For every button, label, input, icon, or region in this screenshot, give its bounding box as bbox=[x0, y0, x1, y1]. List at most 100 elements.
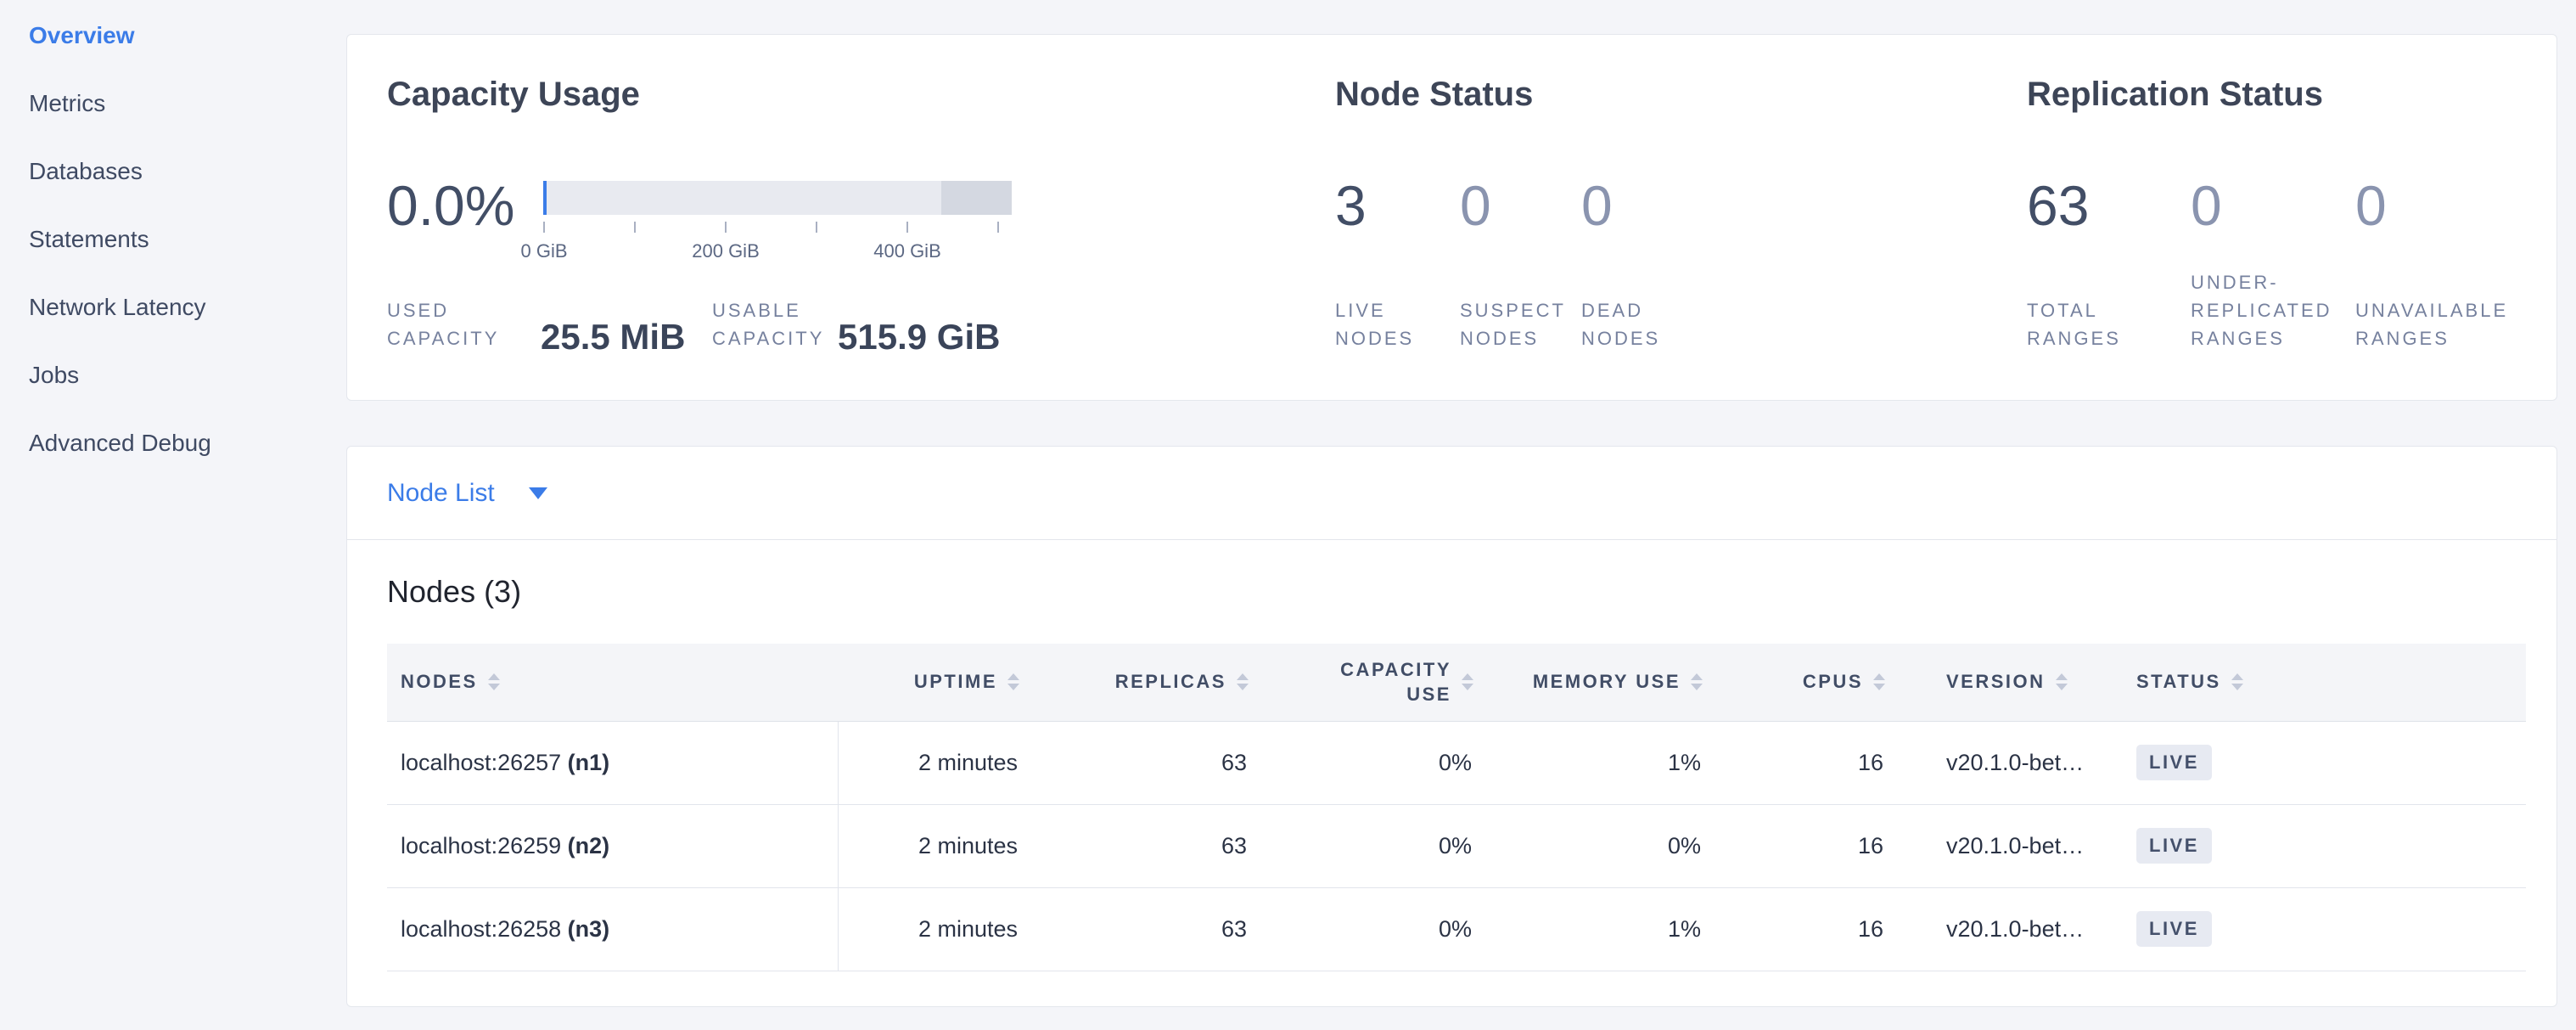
sidebar-item-label: Databases bbox=[29, 158, 143, 185]
sidebar-item-overview[interactable]: Overview bbox=[0, 2, 346, 70]
unavailable-ranges-value: 0 bbox=[2355, 177, 2387, 234]
live-nodes-stat: 3 LIVE NODES bbox=[1335, 35, 1458, 400]
column-header-label: STATUS bbox=[2136, 669, 2221, 695]
nodes-heading: Nodes (3) bbox=[387, 574, 521, 610]
capacity-usage-title: Capacity Usage bbox=[387, 76, 640, 114]
unavailable-ranges-stat: 0 UNAVAILABLE RANGES bbox=[2355, 35, 2525, 400]
uptime-cell: 2 minutes bbox=[838, 721, 1036, 804]
replicas-cell: 63 bbox=[1036, 887, 1266, 971]
capacity-use-cell: 0% bbox=[1266, 887, 1490, 971]
axis-tick bbox=[634, 222, 636, 233]
column-header-label: CPUS bbox=[1803, 669, 1863, 695]
column-header-cpus[interactable]: CPUS bbox=[1720, 644, 1902, 721]
cpus-cell: 16 bbox=[1720, 887, 1902, 971]
axis-tick-label: 0 GiB bbox=[520, 240, 567, 262]
sidebar-item-label: Metrics bbox=[29, 90, 105, 117]
replicas-cell: 63 bbox=[1036, 804, 1266, 887]
axis-tick bbox=[725, 222, 727, 233]
table-row: localhost:26257 (n1) 2 minutes 63 0% 1% … bbox=[387, 721, 2526, 804]
sidebar-item-metrics[interactable]: Metrics bbox=[0, 70, 346, 138]
node-address: localhost:26258 bbox=[401, 916, 561, 942]
cpus-cell: 16 bbox=[1720, 804, 1902, 887]
node-list-dropdown[interactable]: Node List bbox=[347, 447, 2556, 540]
capacity-used-percent: 0.0% bbox=[387, 177, 514, 234]
sidebar-item-statements[interactable]: Statements bbox=[0, 205, 346, 273]
sort-arrows-icon bbox=[1007, 673, 1019, 690]
node-address-cell[interactable]: localhost:26259 (n2) bbox=[387, 804, 838, 887]
column-header-nodes[interactable]: NODES bbox=[387, 644, 838, 721]
capacity-bar bbox=[543, 181, 1012, 215]
sidebar-item-advanced-debug[interactable]: Advanced Debug bbox=[0, 409, 346, 477]
total-ranges-stat: 63 TOTAL RANGES bbox=[2027, 35, 2188, 400]
status-badge: LIVE bbox=[2136, 911, 2212, 947]
sort-arrows-icon bbox=[1462, 673, 1473, 690]
sort-arrows-icon bbox=[1873, 673, 1885, 690]
axis-tick bbox=[906, 222, 908, 233]
axis-tick bbox=[543, 222, 545, 233]
table-header-row: NODES UPTIME REPLICAS CAPACITY USE MEMOR… bbox=[387, 644, 2526, 721]
suspect-nodes-label: SUSPECT NODES bbox=[1460, 296, 1566, 352]
node-address-cell[interactable]: localhost:26258 (n3) bbox=[387, 887, 838, 971]
sort-arrows-icon bbox=[1237, 673, 1249, 690]
sidebar-item-label: Statements bbox=[29, 226, 149, 253]
dead-nodes-label: DEAD NODES bbox=[1581, 296, 1660, 352]
sidebar-item-databases[interactable]: Databases bbox=[0, 138, 346, 205]
dead-nodes-stat: 0 DEAD NODES bbox=[1581, 35, 1709, 400]
version-cell: v20.1.0-bet… bbox=[1902, 721, 2123, 804]
under-replicated-ranges-stat: 0 UNDER- REPLICATED RANGES bbox=[2191, 35, 2352, 400]
column-header-version[interactable]: VERSION bbox=[1902, 644, 2123, 721]
status-badge: LIVE bbox=[2136, 828, 2212, 864]
column-header-uptime[interactable]: UPTIME bbox=[838, 644, 1036, 721]
status-badge: LIVE bbox=[2136, 745, 2212, 780]
axis-tick-label: 200 GiB bbox=[692, 240, 760, 262]
column-header-label: REPLICAS bbox=[1115, 669, 1226, 695]
chevron-down-icon bbox=[529, 487, 547, 499]
sort-arrows-icon bbox=[488, 673, 500, 690]
column-header-replicas[interactable]: REPLICAS bbox=[1036, 644, 1266, 721]
column-header-status[interactable]: STATUS bbox=[2123, 644, 2526, 721]
status-cell: LIVE bbox=[2123, 721, 2526, 804]
column-header-label: UPTIME bbox=[914, 669, 997, 695]
version-cell: v20.1.0-bet… bbox=[1902, 804, 2123, 887]
capacity-use-cell: 0% bbox=[1266, 721, 1490, 804]
sort-arrows-icon bbox=[1691, 673, 1703, 690]
node-list-dropdown-label: Node List bbox=[387, 479, 495, 508]
node-name: (n1) bbox=[568, 750, 610, 775]
node-name: (n3) bbox=[568, 916, 610, 942]
axis-tick bbox=[816, 222, 817, 233]
dead-nodes-value: 0 bbox=[1581, 177, 1613, 234]
memory-use-cell: 0% bbox=[1490, 804, 1720, 887]
column-header-label: CAPACITY USE bbox=[1340, 657, 1451, 707]
used-capacity-value: 25.5 MiB bbox=[541, 317, 685, 357]
column-header-label: NODES bbox=[401, 669, 478, 695]
cluster-summary-card: Capacity Usage 0.0% 0 GiB 200 GiB 400 Gi… bbox=[346, 34, 2557, 401]
usable-capacity-value: 515.9 GiB bbox=[838, 317, 1000, 357]
column-header-label: VERSION bbox=[1946, 669, 2046, 695]
capacity-bar-nonusable-segment bbox=[941, 181, 1012, 215]
capacity-use-cell: 0% bbox=[1266, 804, 1490, 887]
live-nodes-label: LIVE NODES bbox=[1335, 296, 1414, 352]
memory-use-cell: 1% bbox=[1490, 721, 1720, 804]
column-header-memory-use[interactable]: MEMORY USE bbox=[1490, 644, 1720, 721]
sidebar: Overview Metrics Databases Statements Ne… bbox=[0, 0, 346, 477]
cpus-cell: 16 bbox=[1720, 721, 1902, 804]
axis-tick bbox=[997, 222, 999, 233]
live-nodes-value: 3 bbox=[1335, 177, 1367, 234]
node-address: localhost:26257 bbox=[401, 750, 561, 775]
sidebar-item-network-latency[interactable]: Network Latency bbox=[0, 273, 346, 341]
node-address-cell[interactable]: localhost:26257 (n1) bbox=[387, 721, 838, 804]
column-header-capacity-use[interactable]: CAPACITY USE bbox=[1266, 644, 1490, 721]
usable-capacity-label: USABLE CAPACITY bbox=[712, 296, 824, 352]
node-name: (n2) bbox=[568, 833, 610, 858]
uptime-cell: 2 minutes bbox=[838, 804, 1036, 887]
nodes-table: NODES UPTIME REPLICAS CAPACITY USE MEMOR… bbox=[387, 644, 2526, 971]
node-address: localhost:26259 bbox=[401, 833, 561, 858]
capacity-bar-used-segment bbox=[543, 181, 547, 215]
status-cell: LIVE bbox=[2123, 804, 2526, 887]
replicas-cell: 63 bbox=[1036, 721, 1266, 804]
uptime-cell: 2 minutes bbox=[838, 887, 1036, 971]
sidebar-item-jobs[interactable]: Jobs bbox=[0, 341, 346, 409]
axis-tick-label: 400 GiB bbox=[873, 240, 941, 262]
status-cell: LIVE bbox=[2123, 887, 2526, 971]
under-replicated-ranges-label: UNDER- REPLICATED RANGES bbox=[2191, 268, 2332, 352]
